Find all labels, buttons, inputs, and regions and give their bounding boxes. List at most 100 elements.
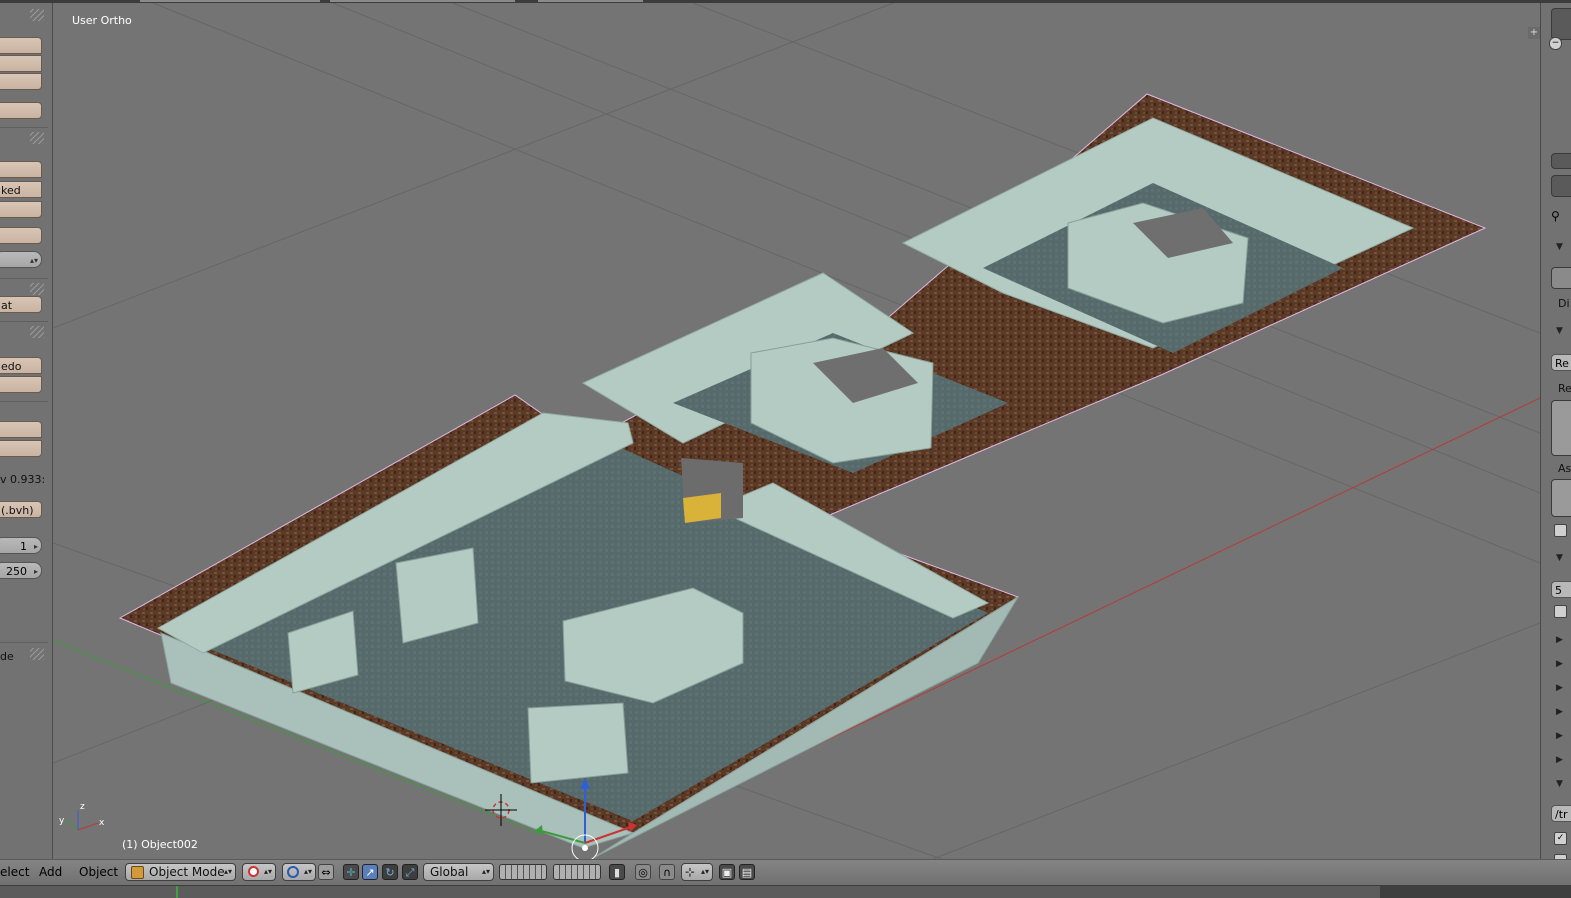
panel-expand-icon[interactable]: ▶	[1556, 683, 1563, 693]
number-field[interactable]: 5	[1551, 581, 1571, 598]
proportional-edit-icon[interactable]: ◎	[635, 864, 651, 880]
svg-text:x: x	[99, 818, 105, 828]
tool-button[interactable]	[0, 440, 42, 457]
snap-target-icon: ⊹	[685, 865, 696, 879]
layers-grid-icon[interactable]	[553, 864, 601, 880]
tool-button[interactable]	[0, 161, 42, 178]
checkbox[interactable]	[1554, 524, 1567, 537]
tool-button[interactable]: at	[0, 296, 42, 313]
timeline-end-region	[1380, 886, 1571, 898]
tool-button[interactable]	[0, 201, 42, 218]
rotate-icon[interactable]: ↻	[382, 864, 398, 880]
outliner-header[interactable]	[1551, 8, 1571, 40]
preset-button[interactable]: Re	[1551, 354, 1571, 371]
chevron-right-icon: ▸	[33, 542, 38, 551]
resolution-fields[interactable]	[1551, 400, 1571, 456]
aspect-fields[interactable]	[1551, 479, 1571, 517]
spinner-icon: ▴▾	[223, 867, 232, 876]
spinner-icon: ▴▾	[263, 867, 272, 876]
active-object-label: (1) Object002	[122, 838, 198, 851]
end-frame-field[interactable]: 250 ▸	[0, 562, 42, 579]
manipulator-icon[interactable]: ⇔	[318, 864, 334, 880]
panel-expand-icon[interactable]: ▶	[1556, 731, 1563, 741]
panel-grip[interactable]	[30, 132, 44, 144]
panel-grip[interactable]	[30, 326, 44, 338]
panel-header-label: de	[0, 650, 14, 663]
3d-viewport[interactable]: z x y User Ortho (1) Object002 +	[53, 3, 1540, 859]
menu-select[interactable]: elect	[0, 865, 29, 879]
panel-label: Di	[1558, 297, 1570, 310]
panel-expand-icon[interactable]: ▶	[1556, 635, 1563, 645]
import-bvh-button[interactable]: (.bvh)	[0, 501, 42, 518]
spinner-icon: ▴▾	[700, 867, 709, 876]
render-animation-icon[interactable]: ▤	[739, 864, 755, 880]
viewport-shading-icon	[248, 866, 259, 877]
timeline-strip[interactable]	[0, 885, 1571, 898]
panel-toggle-icon[interactable]: ▼	[1556, 326, 1563, 336]
scene-canvas[interactable]: z x y	[53, 3, 1540, 859]
panel-expand-icon[interactable]: ▶	[1556, 707, 1563, 717]
orientation-label: Global	[430, 865, 469, 879]
render-icon[interactable]	[1551, 267, 1571, 289]
tool-button[interactable]	[0, 227, 42, 244]
tool-button[interactable]	[0, 73, 42, 90]
view-type-label: User Ortho	[72, 14, 132, 27]
spinner-icon: ▴▾	[303, 867, 312, 876]
orientation-selector[interactable]: Global ▴▾	[423, 863, 494, 881]
panel-label: Re	[1558, 382, 1571, 395]
panel-label: As	[1558, 462, 1571, 475]
chevron-right-icon: ▸	[33, 567, 38, 576]
current-frame-marker[interactable]	[176, 886, 178, 898]
menu-add[interactable]: Add	[39, 865, 62, 879]
tool-button[interactable]	[0, 102, 42, 119]
panel-grip[interactable]	[30, 9, 44, 21]
panel-grip[interactable]	[30, 283, 44, 295]
top-strip-segment	[140, 0, 320, 2]
dropdown-field[interactable]: ▴▾	[0, 251, 42, 268]
panel-grip[interactable]	[30, 648, 44, 660]
panel-toggle-icon[interactable]: ▼	[1556, 553, 1563, 563]
lock-camera-icon[interactable]: ▮	[609, 864, 625, 880]
output-path-field[interactable]: /tr	[1551, 805, 1571, 822]
tool-button[interactable]: ked	[0, 181, 42, 198]
panel-expand-icon[interactable]: ▶	[1556, 659, 1563, 669]
mode-label: Object Mode	[149, 865, 225, 879]
manipulator-toggle-icon[interactable]: ✛	[343, 864, 359, 880]
properties-panel: − ⚲ ▼ Di ▼ Re Re As ▼ 5 ▶ ▶ ▶ ▶ ▶ ▶ ▼ /t…	[1540, 3, 1571, 859]
collapse-icon[interactable]: −	[1549, 37, 1562, 50]
scrollbar[interactable]	[1551, 153, 1571, 169]
tool-button[interactable]	[0, 55, 42, 72]
mode-selector[interactable]: Object Mode ▴▾	[125, 863, 236, 881]
hazard-stripes	[683, 493, 721, 523]
tool-shelf: ked ▴▾ at edo v 0.933: (.bvh) 1 ▸ 250 ▸ de	[0, 3, 53, 859]
spinner-icon: ▴▾	[29, 256, 38, 265]
panel-toggle-icon[interactable]: ▼	[1556, 242, 1563, 252]
start-frame-field[interactable]: 1 ▸	[0, 537, 42, 554]
render-still-icon[interactable]: ▣	[719, 864, 735, 880]
plus-icon[interactable]: +	[1528, 27, 1540, 39]
tool-button[interactable]	[0, 376, 42, 393]
viewport-shading-button[interactable]: ▴▾	[242, 863, 276, 881]
tool-button[interactable]: edo	[0, 357, 42, 374]
checkbox[interactable]	[1554, 605, 1567, 618]
snap-element-button[interactable]: ⊹ ▴▾	[681, 863, 713, 881]
menu-object[interactable]: Object	[79, 865, 118, 879]
building[interactable]	[527, 702, 629, 784]
panel-toggle-icon[interactable]: ▼	[1556, 779, 1563, 789]
spinner-icon: ▴▾	[481, 867, 490, 876]
tool-button[interactable]	[0, 421, 42, 438]
scale-icon[interactable]: ⤢	[402, 864, 418, 880]
pin-icon[interactable]: ⚲	[1551, 209, 1560, 223]
pivot-point-button[interactable]: ▴▾	[282, 863, 316, 881]
panel-expand-icon[interactable]: ▶	[1556, 755, 1563, 765]
snap-icon[interactable]: ∩	[659, 864, 675, 880]
divider	[0, 127, 48, 128]
layers-grid-icon[interactable]	[499, 864, 547, 880]
tool-button[interactable]	[0, 37, 42, 54]
translate-icon[interactable]: ↗	[362, 864, 378, 880]
checkbox-checked[interactable]: ✓	[1554, 832, 1567, 845]
divider	[0, 642, 48, 643]
cube-icon	[131, 866, 144, 879]
divider	[0, 278, 48, 279]
properties-header[interactable]	[1551, 175, 1571, 197]
